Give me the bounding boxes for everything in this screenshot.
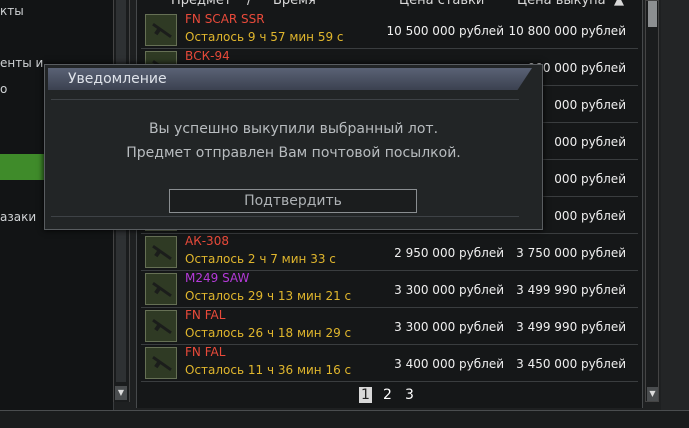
- rifle-icon: [152, 244, 172, 261]
- lot-item-name: FN FAL: [185, 345, 226, 359]
- lot-bid-price: 3 400 000 рублей: [394, 357, 504, 371]
- weapon-thumbnail: [145, 347, 177, 379]
- sidebar-item[interactable]: азаки: [0, 210, 36, 224]
- notification-dialog: Уведомление Вы успешно выкупили выбранны…: [44, 64, 543, 230]
- lot-bid-price: 10 500 000 рублей: [386, 24, 505, 38]
- scroll-down-arrow-icon[interactable]: ▼: [115, 386, 127, 400]
- dialog-titlebar: Уведомление: [48, 68, 532, 90]
- lot-time-remaining: Осталось 9 ч 57 мин 59 с: [185, 30, 344, 44]
- lot-buyout-price: 3 450 000 рублей: [516, 357, 626, 371]
- lot-buyout-price: 10 800 000 рублей: [508, 24, 627, 38]
- lot-bid-price: 3 300 000 рублей: [394, 283, 504, 297]
- lot-time-remaining: Осталось 29 ч 13 мин 21 с: [185, 289, 352, 303]
- rifle-icon: [152, 355, 172, 372]
- dialog-divider: [51, 99, 519, 100]
- weapon-thumbnail: [145, 14, 177, 46]
- lot-buyout-price: 000 рублей: [554, 135, 626, 149]
- weapon-thumbnail: [145, 273, 177, 305]
- lot-buyout-price: 000 рублей: [554, 209, 626, 223]
- sidebar-item[interactable]: о: [0, 82, 7, 96]
- rifle-icon: [152, 281, 172, 298]
- lot-item-name: ВСК-94: [185, 49, 230, 63]
- dialog-bottom-divider: [51, 216, 519, 217]
- lot-row[interactable]: M249 SAW Осталось 29 ч 13 мин 21 с 3 300 0…: [141, 271, 638, 308]
- sidebar-item-selected[interactable]: [0, 154, 44, 180]
- bottom-bar: [0, 410, 689, 428]
- page-button-2[interactable]: 2: [381, 387, 394, 403]
- lot-list-header: Предмет / Время Цена ставки Цена выкупа …: [137, 0, 642, 9]
- dialog-title: Уведомление: [68, 71, 167, 87]
- lot-buyout-price: 3 750 000 рублей: [516, 246, 626, 260]
- page-button-3[interactable]: 3: [403, 387, 416, 403]
- lot-row[interactable]: FN FAL Осталось 11 ч 36 мин 16 с 3 400 000…: [141, 345, 638, 382]
- sidebar-item-label: кты: [0, 4, 24, 18]
- dialog-message-line-2: Предмет отправлен Вам почтовой посылкой.: [126, 145, 461, 161]
- column-header-time[interactable]: Время: [273, 0, 316, 8]
- sidebar-item-label: енты и: [0, 56, 44, 70]
- pagination: 123: [359, 387, 425, 405]
- lot-bid-price: 3 300 000 рублей: [394, 320, 504, 334]
- column-header-buyout[interactable]: Цена выкупа: [517, 0, 606, 8]
- rifle-icon: [152, 318, 172, 335]
- sort-ascending-icon[interactable]: ▲: [614, 0, 624, 8]
- lot-buyout-price: 3 499 990 рублей: [516, 320, 626, 334]
- lot-item-name: АК-308: [185, 234, 229, 248]
- column-header-item[interactable]: Предмет: [171, 0, 231, 8]
- weapon-thumbnail: [145, 236, 177, 268]
- right-panel-edge: [661, 0, 689, 410]
- lot-item-name: FN FAL: [185, 308, 226, 322]
- sidebar-item-label: о: [0, 82, 8, 96]
- rifle-icon: [152, 22, 172, 39]
- lot-item-name: FN SCAR SSR: [185, 12, 265, 26]
- dialog-message-line-1: Вы успешно выкупили выбранный лот.: [148, 121, 439, 137]
- lot-list-scrollbar[interactable]: ▼: [645, 0, 659, 402]
- lot-row[interactable]: АК-308 Осталось 2 ч 7 мин 33 с 2 950 000 р…: [141, 234, 638, 271]
- confirm-button[interactable]: Подтвердить: [169, 189, 417, 213]
- sidebar-item[interactable]: енты и: [0, 56, 43, 70]
- lot-buyout-price: 000 рублей: [554, 172, 626, 186]
- column-header-separator: /: [247, 0, 252, 8]
- lot-row[interactable]: FN SCAR SSR Осталось 9 ч 57 мин 59 с 10 50…: [141, 12, 638, 49]
- lot-row[interactable]: FN FAL Осталось 26 ч 18 мин 29 с 3 300 000…: [141, 308, 638, 345]
- scroll-down-arrow-icon[interactable]: ▼: [647, 387, 658, 401]
- lot-list-scroll-thumb[interactable]: [648, 1, 657, 27]
- column-header-bid[interactable]: Цена ставки: [399, 0, 484, 8]
- lot-time-remaining: Осталось 11 ч 36 мин 16 с: [185, 363, 352, 377]
- lot-time-remaining: Осталось 26 ч 18 мин 29 с: [185, 326, 352, 340]
- sidebar-item-label: азаки: [0, 210, 37, 224]
- sidebar-item[interactable]: кты: [0, 4, 24, 18]
- lot-bid-price: 2 950 000 рублей: [394, 246, 504, 260]
- lot-buyout-price: 000 рублей: [554, 98, 626, 112]
- page-button-1[interactable]: 1: [359, 387, 372, 403]
- lot-time-remaining: Осталось 2 ч 7 мин 33 с: [185, 252, 336, 266]
- lot-item-name: M249 SAW: [185, 271, 250, 285]
- lot-buyout-price: 3 499 990 рублей: [516, 283, 626, 297]
- weapon-thumbnail: [145, 310, 177, 342]
